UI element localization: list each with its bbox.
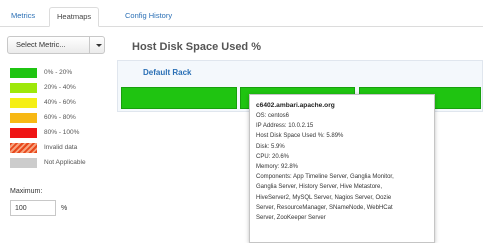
legend-item: 60% - 80% — [10, 113, 110, 123]
tab-heatmaps[interactable]: Heatmaps — [49, 7, 100, 27]
tab-config-history[interactable]: Config History — [118, 7, 179, 27]
legend-swatch — [10, 113, 37, 123]
maximum-label: Maximum: — [10, 188, 43, 195]
host-cell[interactable] — [121, 87, 237, 109]
legend-swatch — [10, 128, 37, 138]
select-metric-label: Select Metric... — [16, 40, 66, 49]
dropdown-divider — [89, 37, 90, 53]
tooltip-line: Ganglia Server, History Server, Hive Met… — [256, 184, 383, 191]
tooltip-line: Server, ZooKeeper Server — [256, 215, 326, 222]
legend-swatch — [10, 98, 37, 108]
heatmap-title: Host Disk Space Used % — [132, 41, 261, 53]
tooltip-line: Disk: 5.9% — [256, 143, 285, 150]
rack-title: Default Rack — [143, 68, 192, 77]
legend-label: Not Applicable — [44, 159, 86, 166]
caret-down-icon[interactable] — [96, 44, 102, 47]
tooltip-line: Memory: 92.8% — [256, 164, 299, 171]
legend-label: 40% - 60% — [44, 99, 76, 106]
legend-label: 0% - 20% — [44, 69, 73, 76]
legend-item: 20% - 40% — [10, 83, 110, 93]
tooltip-line: Host Disk Space Used %: 5.89% — [256, 133, 344, 140]
tooltip-line: IP Address: 10.0.2.15 — [256, 123, 314, 130]
legend-label: 80% - 100% — [44, 129, 80, 136]
tab-metrics[interactable]: Metrics — [4, 7, 42, 27]
legend-swatch-hatched — [10, 143, 37, 153]
legend-item: 0% - 20% — [10, 68, 110, 78]
legend-swatch — [10, 68, 37, 78]
legend-item: 40% - 60% — [10, 98, 110, 108]
legend-item: 80% - 100% — [10, 128, 110, 138]
legend-label: 60% - 80% — [44, 114, 76, 121]
legend-swatch — [10, 158, 37, 168]
tooltip-host-name: c6402.ambari.apache.org — [256, 102, 335, 109]
select-metric-dropdown[interactable]: Select Metric... — [7, 36, 105, 54]
host-tooltip: c6402.ambari.apache.org OS: centos6 IP A… — [249, 94, 435, 243]
legend-item: Not Applicable — [10, 158, 110, 168]
maximum-input[interactable] — [10, 200, 56, 216]
tooltip-line: Server, ResourceManager, SNameNode, WebH… — [256, 204, 393, 211]
tooltip-line: OS: centos6 — [256, 113, 290, 119]
tooltip-line: CPU: 20.6% — [256, 153, 290, 160]
percent-unit: % — [61, 205, 68, 212]
tooltip-line: Components: App Timeline Server, Ganglia… — [256, 174, 394, 181]
legend-item: Invalid data — [10, 143, 110, 153]
legend-label: 20% - 40% — [44, 84, 76, 91]
tooltip-line: HiveServer2, MySQL Server, Nagios Server… — [256, 194, 392, 201]
legend-swatch — [10, 83, 37, 93]
tab-bar: Metrics Heatmaps Config History — [0, 0, 483, 27]
legend-label: Invalid data — [44, 144, 78, 151]
